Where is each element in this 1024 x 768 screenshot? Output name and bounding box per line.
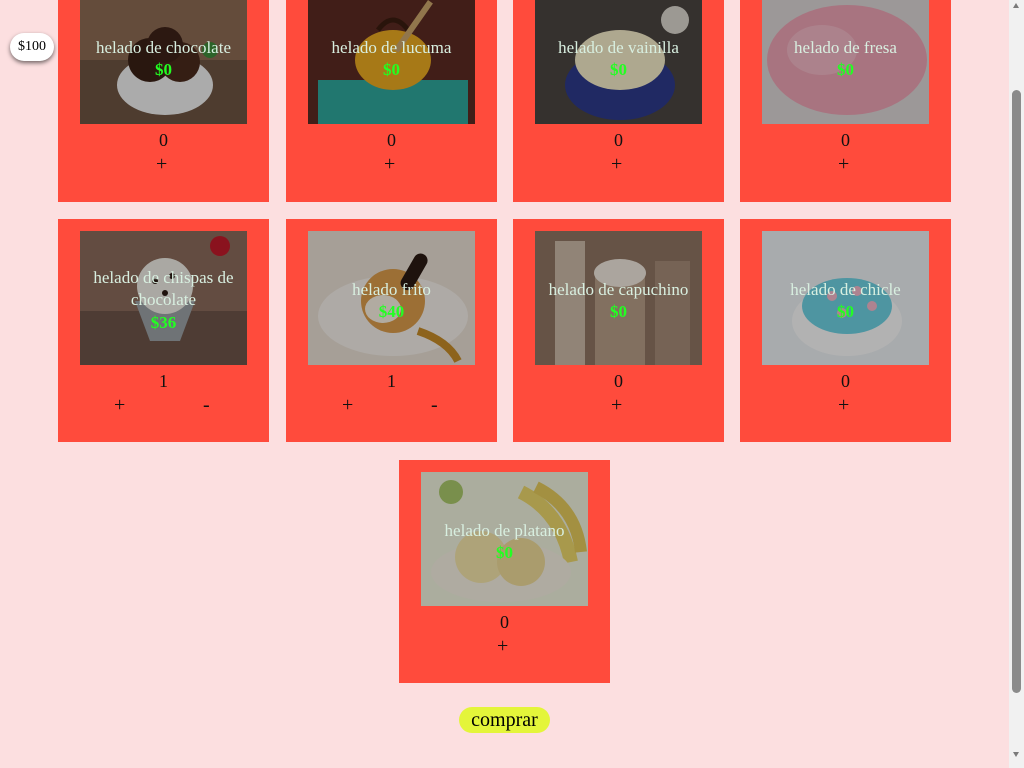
product-price: $0 [837, 60, 854, 79]
product-card-capuchino: helado de capuchino $0 0 + [513, 219, 724, 442]
add-button[interactable]: + [611, 154, 622, 174]
product-card-vainilla: helado de vainilla $0 0 + [513, 0, 724, 202]
product-page: $100 helado de chocolate $0 0 + helado d… [0, 0, 1009, 768]
product-card-frito: helado frito $40 1 + - [286, 219, 497, 442]
remove-button[interactable]: - [431, 395, 438, 415]
product-price: $0 [155, 60, 172, 79]
product-quantity: 0 [614, 130, 623, 150]
buy-button-label: comprar [471, 708, 538, 731]
product-price: $0 [610, 302, 627, 321]
product-price: $0 [496, 543, 513, 562]
add-button[interactable]: + [611, 395, 622, 415]
product-quantity: 0 [159, 130, 168, 150]
product-name: helado de chocolate [96, 38, 231, 57]
product-price: $0 [837, 302, 854, 321]
product-card-platano: helado de platano $0 0 + [399, 460, 610, 683]
product-card-chicle: helado de chicle $0 0 + [740, 219, 951, 442]
scroll-down-icon[interactable] [1013, 752, 1019, 757]
wallet-balance: $100 [18, 39, 46, 54]
product-name: helado frito [352, 280, 431, 299]
product-card-chispas: helado de chispas de chocolate $36 1 + - [58, 219, 269, 442]
product-name: helado de fresa [794, 38, 897, 57]
product-quantity: 1 [159, 371, 168, 391]
product-card-fresa: helado de fresa $0 0 + [740, 0, 951, 202]
product-price: $0 [610, 60, 627, 79]
add-button[interactable]: + [838, 395, 849, 415]
scrollbar-thumb[interactable] [1012, 90, 1021, 693]
add-button[interactable]: + [114, 395, 125, 415]
product-quantity: 0 [841, 130, 850, 150]
add-button[interactable]: + [342, 395, 353, 415]
add-button[interactable]: + [497, 636, 508, 656]
add-button[interactable]: + [156, 154, 167, 174]
product-name: helado de chispas de chocolate [93, 268, 234, 309]
product-quantity: 1 [387, 371, 396, 391]
product-card-lucuma: helado de lucuma $0 0 + [286, 0, 497, 202]
product-quantity: 0 [614, 371, 623, 391]
product-name: helado de platano [444, 521, 565, 540]
product-price: $36 [150, 313, 177, 332]
product-quantity: 0 [500, 612, 509, 632]
product-name: helado de vainilla [558, 38, 679, 57]
product-name: helado de capuchino [548, 280, 689, 299]
add-button[interactable]: + [384, 154, 395, 174]
vertical-scrollbar[interactable] [1009, 0, 1024, 768]
product-price: $40 [378, 302, 405, 321]
buy-button[interactable]: comprar [459, 707, 550, 733]
product-card-chocolate: helado de chocolate $0 0 + [58, 0, 269, 202]
wallet-balance-badge: $100 [10, 33, 54, 61]
product-name: helado de lucuma [331, 38, 452, 57]
add-button[interactable]: + [838, 154, 849, 174]
scroll-up-icon[interactable] [1013, 3, 1019, 8]
remove-button[interactable]: - [203, 395, 210, 415]
product-name: helado de chicle [790, 280, 901, 299]
product-quantity: 0 [387, 130, 396, 150]
product-quantity: 0 [841, 371, 850, 391]
product-price: $0 [383, 60, 400, 79]
